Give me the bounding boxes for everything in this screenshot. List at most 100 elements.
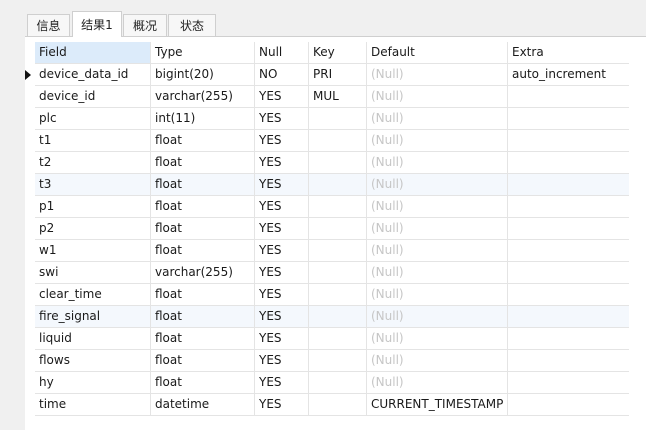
cell-default[interactable]: (Null) xyxy=(367,284,508,305)
cell-key[interactable] xyxy=(309,174,367,195)
cell-default[interactable]: (Null) xyxy=(367,196,508,217)
cell-key[interactable] xyxy=(309,108,367,129)
cell-extra[interactable] xyxy=(508,372,629,393)
cell-key[interactable] xyxy=(309,394,367,415)
column-header-null[interactable]: Null xyxy=(255,42,309,63)
cell-field[interactable]: device_data_id xyxy=(35,64,151,85)
cell-default[interactable]: CURRENT_TIMESTAMP xyxy=(367,394,508,415)
cell-null[interactable]: YES xyxy=(255,306,309,327)
cell-default[interactable]: (Null) xyxy=(367,262,508,283)
cell-null[interactable]: YES xyxy=(255,218,309,239)
table-row[interactable]: time datetime YES CURRENT_TIMESTAMP xyxy=(35,394,629,416)
cell-extra[interactable] xyxy=(508,152,629,173)
cell-key[interactable]: PRI xyxy=(309,64,367,85)
cell-null[interactable]: YES xyxy=(255,284,309,305)
cell-field[interactable]: plc xyxy=(35,108,151,129)
cell-extra[interactable] xyxy=(508,130,629,151)
cell-extra[interactable] xyxy=(508,174,629,195)
table-row[interactable]: w1 float YES (Null) xyxy=(35,240,629,262)
cell-default[interactable]: (Null) xyxy=(367,350,508,371)
cell-type[interactable]: float xyxy=(151,218,255,239)
column-header-type[interactable]: Type xyxy=(151,42,255,63)
cell-default[interactable]: (Null) xyxy=(367,152,508,173)
cell-default[interactable]: (Null) xyxy=(367,174,508,195)
column-header-key[interactable]: Key xyxy=(309,42,367,63)
cell-key[interactable] xyxy=(309,130,367,151)
cell-field[interactable]: flows xyxy=(35,350,151,371)
cell-type[interactable]: varchar(255) xyxy=(151,262,255,283)
cell-default[interactable]: (Null) xyxy=(367,306,508,327)
cell-field[interactable]: swi xyxy=(35,262,151,283)
cell-field[interactable]: t1 xyxy=(35,130,151,151)
cell-type[interactable]: float xyxy=(151,284,255,305)
cell-null[interactable]: YES xyxy=(255,240,309,261)
cell-extra[interactable] xyxy=(508,306,629,327)
cell-type[interactable]: datetime xyxy=(151,394,255,415)
cell-extra[interactable] xyxy=(508,86,629,107)
cell-default[interactable]: (Null) xyxy=(367,240,508,261)
tab-overview[interactable]: 概况 xyxy=(123,14,167,36)
cell-type[interactable]: int(11) xyxy=(151,108,255,129)
cell-key[interactable] xyxy=(309,372,367,393)
cell-extra[interactable] xyxy=(508,196,629,217)
cell-default[interactable]: (Null) xyxy=(367,130,508,151)
cell-default[interactable]: (Null) xyxy=(367,372,508,393)
cell-type[interactable]: varchar(255) xyxy=(151,86,255,107)
table-row[interactable]: p1 float YES (Null) xyxy=(35,196,629,218)
table-row[interactable]: t1 float YES (Null) xyxy=(35,130,629,152)
table-row[interactable]: plc int(11) YES (Null) xyxy=(35,108,629,130)
cell-key[interactable] xyxy=(309,218,367,239)
cell-extra[interactable]: auto_increment xyxy=(508,64,629,85)
table-row[interactable]: t2 float YES (Null) xyxy=(35,152,629,174)
cell-key[interactable] xyxy=(309,306,367,327)
cell-key[interactable] xyxy=(309,284,367,305)
cell-field[interactable]: hy xyxy=(35,372,151,393)
cell-type[interactable]: float xyxy=(151,152,255,173)
cell-null[interactable]: YES xyxy=(255,196,309,217)
column-header-default[interactable]: Default xyxy=(367,42,508,63)
cell-field[interactable]: time xyxy=(35,394,151,415)
tab-info[interactable]: 信息 xyxy=(27,14,70,36)
table-row[interactable]: device_data_id bigint(20) NO PRI (Null) auto_… xyxy=(25,64,629,86)
cell-key[interactable] xyxy=(309,196,367,217)
table-row[interactable]: clear_time float YES (Null) xyxy=(35,284,629,306)
cell-default[interactable]: (Null) xyxy=(367,64,508,85)
cell-null[interactable]: YES xyxy=(255,350,309,371)
cell-null[interactable]: YES xyxy=(255,328,309,349)
cell-field[interactable]: fire_signal xyxy=(35,306,151,327)
cell-null[interactable]: YES xyxy=(255,372,309,393)
cell-type[interactable]: bigint(20) xyxy=(151,64,255,85)
cell-key[interactable] xyxy=(309,328,367,349)
cell-type[interactable]: float xyxy=(151,372,255,393)
cell-null[interactable]: YES xyxy=(255,174,309,195)
cell-extra[interactable] xyxy=(508,218,629,239)
cell-field[interactable]: clear_time xyxy=(35,284,151,305)
cell-default[interactable]: (Null) xyxy=(367,328,508,349)
cell-null[interactable]: YES xyxy=(255,394,309,415)
cell-extra[interactable] xyxy=(508,240,629,261)
table-row[interactable]: fire_signal float YES (Null) xyxy=(35,306,629,328)
cell-key[interactable] xyxy=(309,350,367,371)
cell-key[interactable]: MUL xyxy=(309,86,367,107)
cell-default[interactable]: (Null) xyxy=(367,218,508,239)
cell-extra[interactable] xyxy=(508,328,629,349)
cell-type[interactable]: float xyxy=(151,174,255,195)
cell-extra[interactable] xyxy=(508,108,629,129)
cell-default[interactable]: (Null) xyxy=(367,108,508,129)
column-header-extra[interactable]: Extra xyxy=(508,42,629,63)
cell-type[interactable]: float xyxy=(151,306,255,327)
cell-type[interactable]: float xyxy=(151,130,255,151)
cell-null[interactable]: NO xyxy=(255,64,309,85)
cell-null[interactable]: YES xyxy=(255,86,309,107)
cell-extra[interactable] xyxy=(508,284,629,305)
tab-status[interactable]: 状态 xyxy=(168,14,216,36)
cell-extra[interactable] xyxy=(508,394,629,415)
cell-type[interactable]: float xyxy=(151,240,255,261)
cell-field[interactable]: p2 xyxy=(35,218,151,239)
table-row[interactable]: flows float YES (Null) xyxy=(35,350,629,372)
cell-null[interactable]: YES xyxy=(255,108,309,129)
table-row[interactable]: swi varchar(255) YES (Null) xyxy=(35,262,629,284)
cell-type[interactable]: float xyxy=(151,328,255,349)
cell-type[interactable]: float xyxy=(151,196,255,217)
cell-field[interactable]: t3 xyxy=(35,174,151,195)
